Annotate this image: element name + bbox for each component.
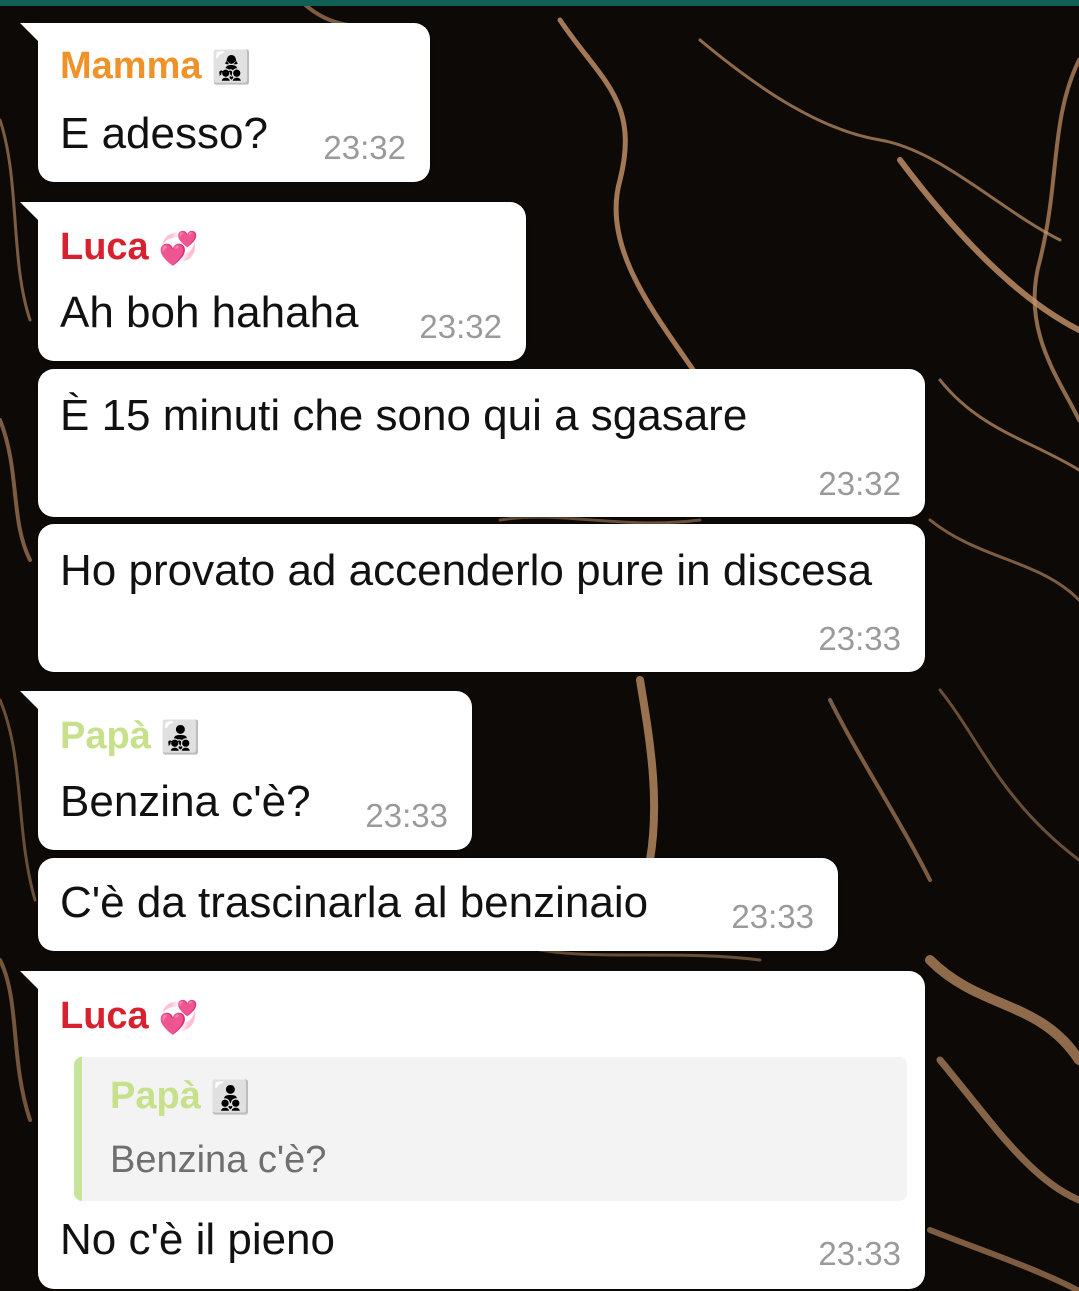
- bubble-tail: [20, 971, 46, 997]
- message-timestamp: 23:33: [818, 620, 901, 657]
- header-bar: [0, 0, 1079, 6]
- two-hearts-icon: 💞: [158, 230, 199, 266]
- message-text: C'è da trascinarla al benzinaio: [60, 878, 649, 927]
- message-timestamp: 23:32: [323, 129, 406, 166]
- father-with-children-icon: 👨‍👦‍👦: [210, 1079, 251, 1115]
- quoted-message[interactable]: Papà 👨‍👦‍👦 Benzina c'è?: [74, 1057, 907, 1201]
- message-bubble-papa[interactable]: Papà 👨‍👧‍👦 Benzina c'è? 23:33: [20, 691, 472, 850]
- sender-name: Luca 💞: [60, 995, 199, 1038]
- message-timestamp: 23:32: [818, 465, 901, 502]
- father-with-children-icon: 👨‍👧‍👦: [160, 719, 201, 755]
- sender-name: Luca 💞: [60, 226, 199, 269]
- bubble-tail: [20, 23, 46, 49]
- bubble-tail: [20, 691, 46, 717]
- quoted-text: Benzina c'è?: [110, 1139, 327, 1181]
- sender-name: Papà 👨‍👧‍👦: [60, 715, 201, 758]
- message-text: Benzina c'è?: [60, 777, 311, 826]
- sender-name: Mamma 👩‍👧‍👦: [60, 45, 251, 88]
- two-hearts-icon: 💞: [158, 999, 199, 1035]
- sender-label: Luca: [60, 995, 149, 1037]
- sender-label: Mamma: [60, 45, 202, 87]
- quoted-sender: Papà 👨‍👦‍👦: [110, 1075, 251, 1118]
- message-text: È 15 minuti che sono qui a sgasare: [60, 391, 748, 440]
- message-bubble-luca-reply[interactable]: Luca 💞 Papà 👨‍👦‍👦 Benzina c'è? No c'è il p…: [20, 971, 925, 1289]
- message-text: Ah boh hahaha: [60, 288, 359, 337]
- message-bubble-luca[interactable]: Luca 💞 Ah boh hahaha 23:32: [20, 202, 526, 361]
- mother-with-children-icon: 👩‍👧‍👦: [211, 49, 252, 85]
- message-timestamp: 23:33: [818, 1235, 901, 1272]
- message-text: E adesso?: [60, 109, 268, 158]
- sender-label: Papà: [60, 715, 151, 757]
- message-text: Ho provato ad accenderlo pure in discesa: [60, 546, 873, 595]
- quoted-sender-label: Papà: [110, 1075, 201, 1117]
- message-text: No c'è il pieno: [60, 1215, 335, 1264]
- message-bubble[interactable]: Ho provato ad accenderlo pure in discesa…: [38, 524, 925, 672]
- message-timestamp: 23:33: [365, 797, 448, 834]
- message-bubble[interactable]: È 15 minuti che sono qui a sgasare 23:32: [38, 369, 925, 517]
- message-bubble-mamma[interactable]: Mamma 👩‍👧‍👦 E adesso? 23:32: [20, 23, 430, 182]
- message-bubble[interactable]: C'è da trascinarla al benzinaio 23:33: [38, 858, 838, 951]
- message-timestamp: 23:33: [731, 898, 814, 935]
- sender-label: Luca: [60, 226, 149, 268]
- message-timestamp: 23:32: [419, 308, 502, 345]
- bubble-tail: [20, 202, 46, 228]
